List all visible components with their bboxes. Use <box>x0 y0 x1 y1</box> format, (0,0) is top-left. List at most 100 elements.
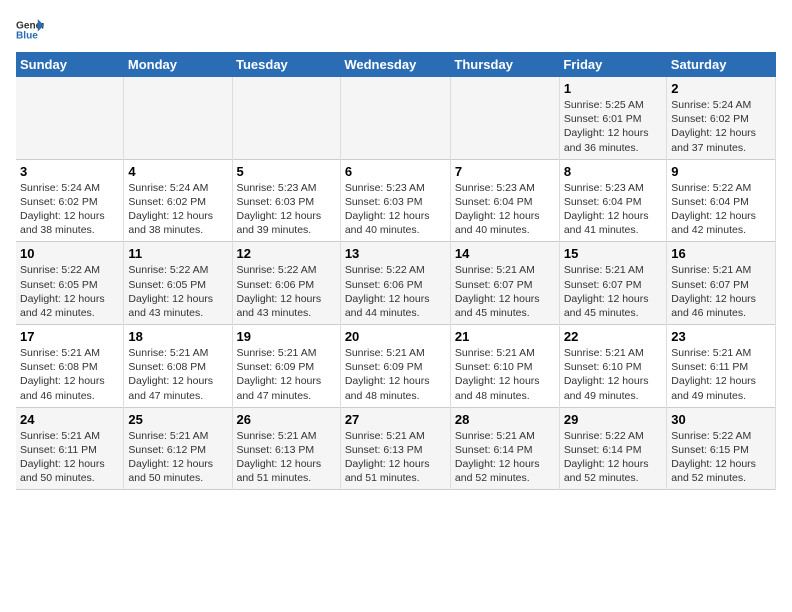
calendar-cell <box>450 77 559 159</box>
calendar-cell: 5 Sunrise: 5:23 AM Sunset: 6:03 PM Daylig… <box>232 159 340 242</box>
day-number: 24 <box>20 412 119 427</box>
day-number: 14 <box>455 246 555 261</box>
calendar-cell <box>124 77 232 159</box>
calendar-cell: 2 Sunrise: 5:24 AM Sunset: 6:02 PM Daylig… <box>667 77 776 159</box>
svg-text:Blue: Blue <box>16 31 38 42</box>
calendar-cell: 23 Sunrise: 5:21 AM Sunset: 6:11 PM Dayli… <box>667 325 776 408</box>
day-number: 27 <box>345 412 446 427</box>
col-header-saturday: Saturday <box>667 52 776 77</box>
day-info: Sunrise: 5:22 AM Sunset: 6:06 PM Dayligh… <box>237 263 336 320</box>
day-number: 10 <box>20 246 119 261</box>
day-info: Sunrise: 5:21 AM Sunset: 6:11 PM Dayligh… <box>20 429 119 486</box>
calendar-cell <box>16 77 124 159</box>
calendar-cell: 9 Sunrise: 5:22 AM Sunset: 6:04 PM Daylig… <box>667 159 776 242</box>
calendar-cell: 7 Sunrise: 5:23 AM Sunset: 6:04 PM Daylig… <box>450 159 559 242</box>
day-number: 2 <box>671 81 771 96</box>
logo: General Blue <box>16 16 44 44</box>
day-info: Sunrise: 5:21 AM Sunset: 6:11 PM Dayligh… <box>671 346 771 403</box>
calendar-cell: 3 Sunrise: 5:24 AM Sunset: 6:02 PM Daylig… <box>16 159 124 242</box>
day-number: 19 <box>237 329 336 344</box>
day-info: Sunrise: 5:21 AM Sunset: 6:07 PM Dayligh… <box>455 263 555 320</box>
calendar-cell: 19 Sunrise: 5:21 AM Sunset: 6:09 PM Dayli… <box>232 325 340 408</box>
day-info: Sunrise: 5:21 AM Sunset: 6:13 PM Dayligh… <box>237 429 336 486</box>
day-info: Sunrise: 5:22 AM Sunset: 6:05 PM Dayligh… <box>128 263 227 320</box>
day-number: 17 <box>20 329 119 344</box>
day-number: 25 <box>128 412 227 427</box>
day-number: 6 <box>345 164 446 179</box>
day-number: 22 <box>564 329 662 344</box>
day-info: Sunrise: 5:21 AM Sunset: 6:13 PM Dayligh… <box>345 429 446 486</box>
day-info: Sunrise: 5:22 AM Sunset: 6:15 PM Dayligh… <box>671 429 771 486</box>
day-info: Sunrise: 5:23 AM Sunset: 6:03 PM Dayligh… <box>345 181 446 238</box>
day-number: 7 <box>455 164 555 179</box>
day-number: 29 <box>564 412 662 427</box>
calendar-cell: 4Sunrise: 5:24 AM Sunset: 6:02 PM Daylig… <box>124 159 232 242</box>
calendar-cell: 27 Sunrise: 5:21 AM Sunset: 6:13 PM Dayli… <box>340 407 450 490</box>
day-number: 28 <box>455 412 555 427</box>
day-info: Sunrise: 5:23 AM Sunset: 6:04 PM Dayligh… <box>455 181 555 238</box>
calendar-cell: 20 Sunrise: 5:21 AM Sunset: 6:09 PM Dayli… <box>340 325 450 408</box>
day-info: Sunrise: 5:21 AM Sunset: 6:07 PM Dayligh… <box>671 263 771 320</box>
calendar-cell: 26 Sunrise: 5:21 AM Sunset: 6:13 PM Dayli… <box>232 407 340 490</box>
day-number: 21 <box>455 329 555 344</box>
day-info: Sunrise: 5:21 AM Sunset: 6:07 PM Dayligh… <box>564 263 662 320</box>
calendar-cell: 18 Sunrise: 5:21 AM Sunset: 6:08 PM Dayli… <box>124 325 232 408</box>
calendar-cell: 28 Sunrise: 5:21 AM Sunset: 6:14 PM Dayli… <box>450 407 559 490</box>
day-info: Sunrise: 5:21 AM Sunset: 6:14 PM Dayligh… <box>455 429 555 486</box>
col-header-monday: Monday <box>124 52 232 77</box>
calendar-cell: 8 Sunrise: 5:23 AM Sunset: 6:04 PM Daylig… <box>559 159 666 242</box>
day-number: 23 <box>671 329 771 344</box>
day-info: Sunrise: 5:21 AM Sunset: 6:09 PM Dayligh… <box>237 346 336 403</box>
calendar-cell: 11Sunrise: 5:22 AM Sunset: 6:05 PM Dayli… <box>124 242 232 325</box>
col-header-friday: Friday <box>559 52 666 77</box>
day-info: Sunrise: 5:22 AM Sunset: 6:14 PM Dayligh… <box>564 429 662 486</box>
page-header: General Blue <box>16 16 776 44</box>
day-number: 5 <box>237 164 336 179</box>
day-number: 3 <box>20 164 119 179</box>
day-number: 1 <box>564 81 662 96</box>
calendar-cell: 29 Sunrise: 5:22 AM Sunset: 6:14 PM Dayli… <box>559 407 666 490</box>
calendar-cell: 17 Sunrise: 5:21 AM Sunset: 6:08 PM Dayli… <box>16 325 124 408</box>
calendar-cell: 25 Sunrise: 5:21 AM Sunset: 6:12 PM Dayli… <box>124 407 232 490</box>
day-number: 30 <box>671 412 771 427</box>
day-info: Sunrise: 5:21 AM Sunset: 6:08 PM Dayligh… <box>20 346 119 403</box>
day-info: Sunrise: 5:24 AM Sunset: 6:02 PM Dayligh… <box>671 98 771 155</box>
calendar-cell: 10 Sunrise: 5:22 AM Sunset: 6:05 PM Dayli… <box>16 242 124 325</box>
day-number: 12 <box>237 246 336 261</box>
day-info: Sunrise: 5:21 AM Sunset: 6:09 PM Dayligh… <box>345 346 446 403</box>
calendar-cell: 14 Sunrise: 5:21 AM Sunset: 6:07 PM Dayli… <box>450 242 559 325</box>
col-header-wednesday: Wednesday <box>340 52 450 77</box>
calendar-cell: 13Sunrise: 5:22 AM Sunset: 6:06 PM Dayli… <box>340 242 450 325</box>
day-number: 15 <box>564 246 662 261</box>
logo-icon: General Blue <box>16 16 44 44</box>
day-info: Sunrise: 5:24 AM Sunset: 6:02 PM Dayligh… <box>20 181 119 238</box>
day-number: 4 <box>128 164 227 179</box>
calendar-cell: 15 Sunrise: 5:21 AM Sunset: 6:07 PM Dayli… <box>559 242 666 325</box>
calendar-cell: 22Sunrise: 5:21 AM Sunset: 6:10 PM Dayli… <box>559 325 666 408</box>
day-number: 20 <box>345 329 446 344</box>
calendar-cell: 24 Sunrise: 5:21 AM Sunset: 6:11 PM Dayli… <box>16 407 124 490</box>
day-info: Sunrise: 5:25 AM Sunset: 6:01 PM Dayligh… <box>564 98 662 155</box>
calendar-cell: 6 Sunrise: 5:23 AM Sunset: 6:03 PM Daylig… <box>340 159 450 242</box>
col-header-sunday: Sunday <box>16 52 124 77</box>
calendar-table: SundayMondayTuesdayWednesdayThursdayFrid… <box>16 52 776 490</box>
day-info: Sunrise: 5:21 AM Sunset: 6:10 PM Dayligh… <box>455 346 555 403</box>
calendar-cell <box>340 77 450 159</box>
day-number: 8 <box>564 164 662 179</box>
calendar-cell: 30 Sunrise: 5:22 AM Sunset: 6:15 PM Dayli… <box>667 407 776 490</box>
day-number: 9 <box>671 164 771 179</box>
calendar-cell: 21 Sunrise: 5:21 AM Sunset: 6:10 PM Dayli… <box>450 325 559 408</box>
day-info: Sunrise: 5:22 AM Sunset: 6:04 PM Dayligh… <box>671 181 771 238</box>
day-info: Sunrise: 5:21 AM Sunset: 6:08 PM Dayligh… <box>128 346 227 403</box>
day-info: Sunrise: 5:21 AM Sunset: 6:12 PM Dayligh… <box>128 429 227 486</box>
col-header-thursday: Thursday <box>450 52 559 77</box>
day-number: 13 <box>345 246 446 261</box>
day-info: Sunrise: 5:22 AM Sunset: 6:05 PM Dayligh… <box>20 263 119 320</box>
calendar-cell: 12 Sunrise: 5:22 AM Sunset: 6:06 PM Dayli… <box>232 242 340 325</box>
col-header-tuesday: Tuesday <box>232 52 340 77</box>
calendar-cell: 16Sunrise: 5:21 AM Sunset: 6:07 PM Dayli… <box>667 242 776 325</box>
day-number: 26 <box>237 412 336 427</box>
day-number: 18 <box>128 329 227 344</box>
day-info: Sunrise: 5:23 AM Sunset: 6:04 PM Dayligh… <box>564 181 662 238</box>
day-info: Sunrise: 5:23 AM Sunset: 6:03 PM Dayligh… <box>237 181 336 238</box>
